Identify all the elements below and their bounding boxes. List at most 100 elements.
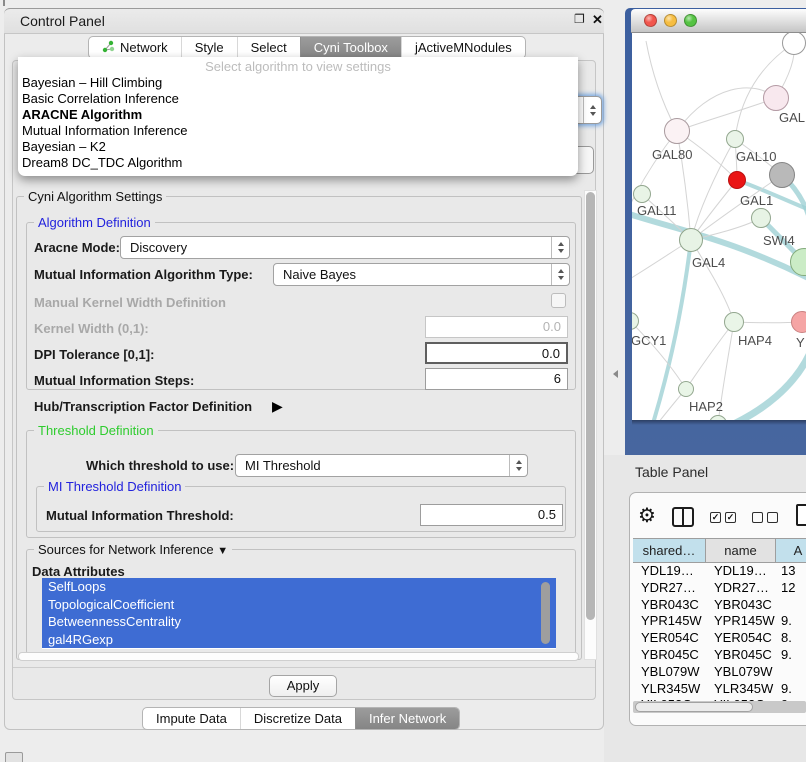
document-icon[interactable] [796, 504, 806, 526]
node-label-gal10: GAL10 [736, 149, 776, 164]
table-cell: YDR27… [641, 580, 706, 597]
mi-steps-input[interactable]: 6 [425, 368, 568, 390]
apply-button[interactable]: Apply [269, 675, 337, 697]
table-cell: YBR043C [641, 597, 706, 614]
table-row[interactable]: YLR345WYLR345W9. [633, 681, 806, 698]
which-threshold-combo[interactable]: MI Threshold [235, 454, 528, 477]
settings-vertical-scrollbar-thumb[interactable] [586, 192, 595, 620]
sources-legend-text: Sources for Network Inference [38, 542, 214, 557]
algorithm-option-bayesian-hill-climbing[interactable]: Bayesian – Hill Climbing [18, 75, 578, 91]
attribute-item-topologicalcoefficient[interactable]: TopologicalCoefficient [42, 596, 556, 614]
table-cell: 9. [781, 681, 806, 698]
table-row[interactable]: YDL19…YDL19…13 [633, 563, 806, 580]
algorithm-definition-legend: Algorithm Definition [34, 215, 155, 230]
manual-kernel-width-label: Manual Kernel Width Definition [34, 295, 226, 310]
attributes-list-scrollbar[interactable] [541, 582, 550, 644]
bottom-left-partial-icon[interactable] [5, 752, 23, 762]
hub-expand-arrow-icon[interactable]: ▶ [272, 398, 283, 415]
node-label-hap2: HAP2 [689, 399, 723, 414]
unchecked-pair-icon[interactable] [752, 512, 778, 523]
network-icon [102, 40, 115, 56]
table-hscrollbar-track[interactable] [633, 701, 806, 713]
tab-infer-network[interactable]: Infer Network [355, 708, 459, 729]
aracne-mode-label: Aracne Mode: [34, 240, 120, 255]
table-row[interactable]: YPR145WYPR145W9. [633, 613, 806, 630]
table-cell: YBR045C [714, 647, 776, 664]
combo-spinner-icon[interactable] [551, 237, 569, 258]
window-zoom-traffic-icon[interactable] [684, 14, 697, 27]
node-unlabeled[interactable] [769, 162, 795, 188]
table-hscrollbar-thumb[interactable] [635, 702, 753, 712]
attribute-item-gal4rgexp[interactable]: gal4RGexp [42, 631, 556, 649]
close-icon[interactable]: ✕ [592, 12, 603, 28]
attribute-item-selfloops[interactable]: SelfLoops [42, 578, 556, 596]
column-header-name[interactable]: name [706, 538, 776, 563]
tab-discretize-data[interactable]: Discretize Data [240, 708, 355, 729]
window-close-traffic-icon[interactable] [644, 14, 657, 27]
node-swi4[interactable] [751, 208, 771, 228]
node-gal4[interactable] [679, 228, 703, 252]
network-window-titlebar[interactable] [631, 9, 806, 33]
table-row[interactable]: YBL079WYBL079W [633, 664, 806, 681]
algorithm-dropdown-popup: Select algorithm to view settings Bayesi… [18, 57, 578, 176]
node-hap4[interactable] [724, 312, 744, 332]
dpi-tolerance-input[interactable]: 0.0 [425, 342, 568, 364]
table-panel-title: Table Panel [635, 464, 708, 480]
combo-spinner-icon[interactable] [551, 264, 569, 285]
column-header-a[interactable]: A [776, 538, 806, 563]
node-gal11[interactable] [633, 185, 651, 203]
aracne-mode-value: Discovery [130, 240, 187, 255]
network-canvas[interactable]: GALGAL80GAL10GAL1GAL11SWI4GAL4GCY1HAP4YH… [632, 33, 806, 420]
tab-impute-data[interactable]: Impute Data [143, 708, 240, 729]
node-y[interactable] [791, 311, 806, 333]
algorithm-option-bayesian-k2[interactable]: Bayesian – K2 [18, 139, 578, 155]
table-row[interactable]: YBR045CYBR045C9. [633, 647, 806, 664]
tab-style[interactable]: Style [181, 37, 237, 58]
gear-icon[interactable]: ⚙ [638, 503, 656, 528]
algorithm-option-dream8-dc-tdc-algorithm[interactable]: Dream8 DC_TDC Algorithm [18, 155, 578, 171]
tab-jactivemnodules[interactable]: jActiveMNodules [401, 37, 525, 58]
apply-separator [13, 667, 595, 668]
manual-kernel-width-checkbox[interactable] [551, 293, 566, 308]
tab-network[interactable]: Network [89, 37, 181, 58]
tab-label: Select [251, 40, 287, 55]
splitter-collapse-arrow-icon[interactable] [613, 370, 618, 378]
node-hap2[interactable] [678, 381, 694, 397]
algorithm-option-basic-correlation-inference[interactable]: Basic Correlation Inference [18, 91, 578, 107]
combo-spinner-icon[interactable] [509, 455, 527, 476]
mi-algorithm-type-combo[interactable]: Naive Bayes [273, 263, 570, 286]
hub-definition-label[interactable]: Hub/Transcription Factor Definition [34, 399, 252, 414]
sources-collapse-arrow-icon[interactable]: ▼ [217, 545, 228, 557]
mi-threshold-input[interactable]: 0.5 [420, 504, 563, 526]
tab-cyni-toolbox[interactable]: Cyni Toolbox [300, 37, 401, 58]
table-cell: YDR27… [714, 580, 776, 597]
table-row[interactable]: YDR27…YDR27…12 [633, 580, 806, 597]
node-gal[interactable] [763, 85, 789, 111]
algorithm-popup-items: Bayesian – Hill ClimbingBasic Correlatio… [18, 75, 578, 171]
window-minimize-traffic-icon[interactable] [664, 14, 677, 27]
table-cell: YLR345W [714, 681, 776, 698]
column-header-shared[interactable]: shared… [633, 538, 706, 563]
settings-horizontal-scrollbar[interactable] [18, 652, 579, 661]
node-gal10[interactable] [726, 130, 744, 148]
node-label-gal4: GAL4 [692, 255, 725, 270]
node-gal1[interactable] [728, 171, 746, 189]
algorithm-option-mutual-information-inference[interactable]: Mutual Information Inference [18, 123, 578, 139]
table-row[interactable]: YER054CYER054C8. [633, 630, 806, 647]
split-columns-icon[interactable] [672, 507, 694, 527]
tab-label: Style [195, 40, 224, 55]
data-attributes-list[interactable]: SelfLoopsTopologicalCoefficientBetweenne… [42, 578, 556, 649]
kernel-width-input[interactable]: 0.0 [425, 316, 568, 338]
top-left-partial-line [3, 0, 5, 6]
attribute-item-betweennesscentrality[interactable]: BetweennessCentrality [42, 613, 556, 631]
checked-pair-icon[interactable]: ✓✓ [710, 512, 736, 523]
tab-select[interactable]: Select [237, 37, 300, 58]
float-window-icon[interactable]: ❐ [574, 12, 585, 26]
app-root: Control Panel ❐ ✕ Network Style Select Cyni… [0, 0, 806, 762]
control-panel-title: Control Panel [20, 13, 105, 29]
aracne-mode-combo[interactable]: Discovery [120, 236, 570, 259]
algorithm-option-aracne-algorithm[interactable]: ARACNE Algorithm [18, 107, 578, 123]
table-row[interactable]: YBR043CYBR043C [633, 597, 806, 614]
table-cell: YBR045C [641, 647, 706, 664]
node-gal80[interactable] [664, 118, 690, 144]
